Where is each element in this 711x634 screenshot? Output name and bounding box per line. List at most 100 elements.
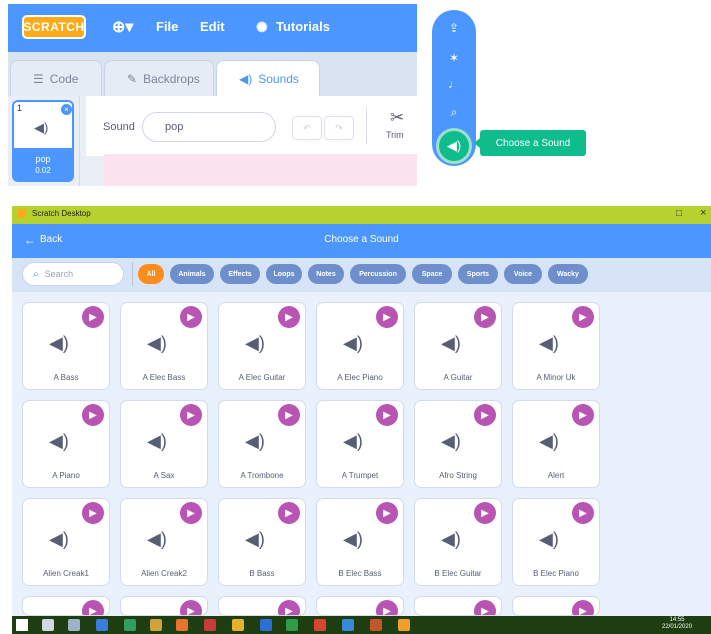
search-taskbar-icon[interactable]: [42, 619, 54, 631]
sound-card[interactable]: ◀) ▶ Alien Creak2: [120, 498, 208, 586]
sound-card[interactable]: ◀) ▶ Alert: [512, 400, 600, 488]
search-input[interactable]: ⌕ Search: [22, 262, 124, 286]
speaker-icon: ◀): [245, 529, 265, 549]
play-icon[interactable]: ▶: [376, 600, 398, 615]
sound-card[interactable]: ◀) ▶ B Elec Piano: [512, 498, 600, 586]
sound-card[interactable]: ▶: [218, 596, 306, 616]
play-icon[interactable]: ▶: [278, 600, 300, 615]
undo-button[interactable]: ↶: [292, 116, 322, 140]
app-icon-1[interactable]: [96, 619, 108, 631]
tab-backdrops[interactable]: ✎ Backdrops: [104, 60, 214, 96]
filter-tag-voice[interactable]: Voice: [504, 264, 542, 284]
toolbar-divider: [366, 108, 367, 144]
filter-tag-wacky[interactable]: Wacky: [548, 264, 588, 284]
play-icon[interactable]: ▶: [474, 600, 496, 615]
start-icon[interactable]: [16, 619, 28, 631]
waveform-area: [104, 154, 417, 186]
microphone-icon[interactable]: ♩: [446, 76, 462, 92]
filter-tag-sports[interactable]: Sports: [458, 264, 498, 284]
play-icon[interactable]: ▶: [376, 404, 398, 426]
tab-sounds[interactable]: ◀) Sounds: [216, 60, 320, 96]
play-icon[interactable]: ▶: [278, 404, 300, 426]
play-icon[interactable]: ▶: [474, 306, 496, 328]
tab-code[interactable]: ☰ Code: [10, 60, 102, 96]
app-icon-6[interactable]: [232, 619, 244, 631]
sound-card[interactable]: ◀) ▶ B Bass: [218, 498, 306, 586]
restore-icon[interactable]: □: [676, 208, 682, 219]
play-icon[interactable]: ▶: [572, 600, 594, 615]
play-icon[interactable]: ▶: [474, 404, 496, 426]
sound-card[interactable]: ◀) ▶ A Minor Uk: [512, 302, 600, 390]
globe-icon[interactable]: ⊕▾: [112, 17, 133, 37]
sound-card[interactable]: ◀) ▶ A Trombone: [218, 400, 306, 488]
sound-card[interactable]: ◀) ▶ A Elec Piano: [316, 302, 404, 390]
play-icon[interactable]: ▶: [376, 306, 398, 328]
play-icon[interactable]: ▶: [180, 404, 202, 426]
search-icon[interactable]: ⌕: [446, 104, 462, 120]
sound-card[interactable]: ◀) ▶ A Guitar: [414, 302, 502, 390]
play-icon[interactable]: ▶: [376, 502, 398, 524]
task-view-icon[interactable]: [68, 619, 80, 631]
sound-name-input[interactable]: pop: [142, 112, 276, 142]
filter-tag-animals[interactable]: Animals: [170, 264, 214, 284]
play-icon[interactable]: ▶: [572, 502, 594, 524]
play-icon[interactable]: ▶: [82, 502, 104, 524]
sound-card[interactable]: ▶: [22, 596, 110, 616]
app-icon-3[interactable]: [150, 619, 162, 631]
choose-sound-button[interactable]: ◀): [436, 128, 472, 164]
play-icon[interactable]: ▶: [180, 502, 202, 524]
sound-card[interactable]: ◀) ▶ Afro String: [414, 400, 502, 488]
scratch-logo[interactable]: SCRATCH: [22, 15, 86, 39]
play-icon[interactable]: ▶: [82, 306, 104, 328]
play-icon[interactable]: ▶: [180, 600, 202, 615]
sound-card[interactable]: ◀) ▶ Alien Creak1: [22, 498, 110, 586]
speaker-icon: ◀): [343, 431, 363, 451]
play-icon[interactable]: ▶: [474, 502, 496, 524]
clock: 14:55 22/01/2020: [662, 617, 692, 631]
app-icon-12[interactable]: [398, 619, 410, 631]
menu-edit[interactable]: Edit: [200, 19, 225, 34]
sound-card[interactable]: ◀) ▶ A Sax: [120, 400, 208, 488]
menu-tutorials[interactable]: Tutorials: [276, 19, 330, 34]
play-icon[interactable]: ▶: [82, 404, 104, 426]
menu-file[interactable]: File: [156, 19, 178, 34]
app-icon-7[interactable]: [260, 619, 272, 631]
sound-card[interactable]: ◀) ▶ B Elec Bass: [316, 498, 404, 586]
play-icon[interactable]: ▶: [278, 306, 300, 328]
play-icon[interactable]: ▶: [572, 404, 594, 426]
sound-card[interactable]: ◀) ▶ A Elec Bass: [120, 302, 208, 390]
app-icon-10[interactable]: [342, 619, 354, 631]
scissors-icon[interactable]: ✂: [390, 108, 404, 128]
sound-card[interactable]: ▶: [512, 596, 600, 616]
app-icon-8[interactable]: [286, 619, 298, 631]
sound-card[interactable]: ▶: [414, 596, 502, 616]
filter-tag-effects[interactable]: Effects: [220, 264, 260, 284]
sound-card[interactable]: ◀) ▶ A Piano: [22, 400, 110, 488]
filter-tag-percussion[interactable]: Percussion: [350, 264, 406, 284]
upload-icon[interactable]: ⇪: [446, 20, 462, 36]
app-icon-5[interactable]: [204, 619, 216, 631]
sound-item-pop[interactable]: 1 × ◀) pop 0.02: [12, 100, 74, 182]
play-icon[interactable]: ▶: [572, 306, 594, 328]
sound-card[interactable]: ◀) ▶ B Elec Guitar: [414, 498, 502, 586]
play-icon[interactable]: ▶: [82, 600, 104, 615]
sound-card[interactable]: ◀) ▶ A Elec Guitar: [218, 302, 306, 390]
play-icon[interactable]: ▶: [180, 306, 202, 328]
sparkle-icon[interactable]: ✶: [446, 50, 462, 66]
redo-button[interactable]: ↷: [324, 116, 354, 140]
filter-tag-all[interactable]: All: [138, 264, 164, 284]
delete-icon[interactable]: ×: [61, 104, 72, 115]
filter-tag-space[interactable]: Space: [412, 264, 452, 284]
close-icon[interactable]: ×: [700, 207, 706, 219]
app-icon-9[interactable]: [314, 619, 326, 631]
filter-tag-notes[interactable]: Notes: [308, 264, 344, 284]
sound-card[interactable]: ▶: [316, 596, 404, 616]
play-icon[interactable]: ▶: [278, 502, 300, 524]
sound-card[interactable]: ▶: [120, 596, 208, 616]
app-icon-11[interactable]: [370, 619, 382, 631]
app-icon-4[interactable]: [176, 619, 188, 631]
sound-card[interactable]: ◀) ▶ A Trumpet: [316, 400, 404, 488]
app-icon-2[interactable]: [124, 619, 136, 631]
sound-card[interactable]: ◀) ▶ A Bass: [22, 302, 110, 390]
filter-tag-loops[interactable]: Loops: [266, 264, 302, 284]
